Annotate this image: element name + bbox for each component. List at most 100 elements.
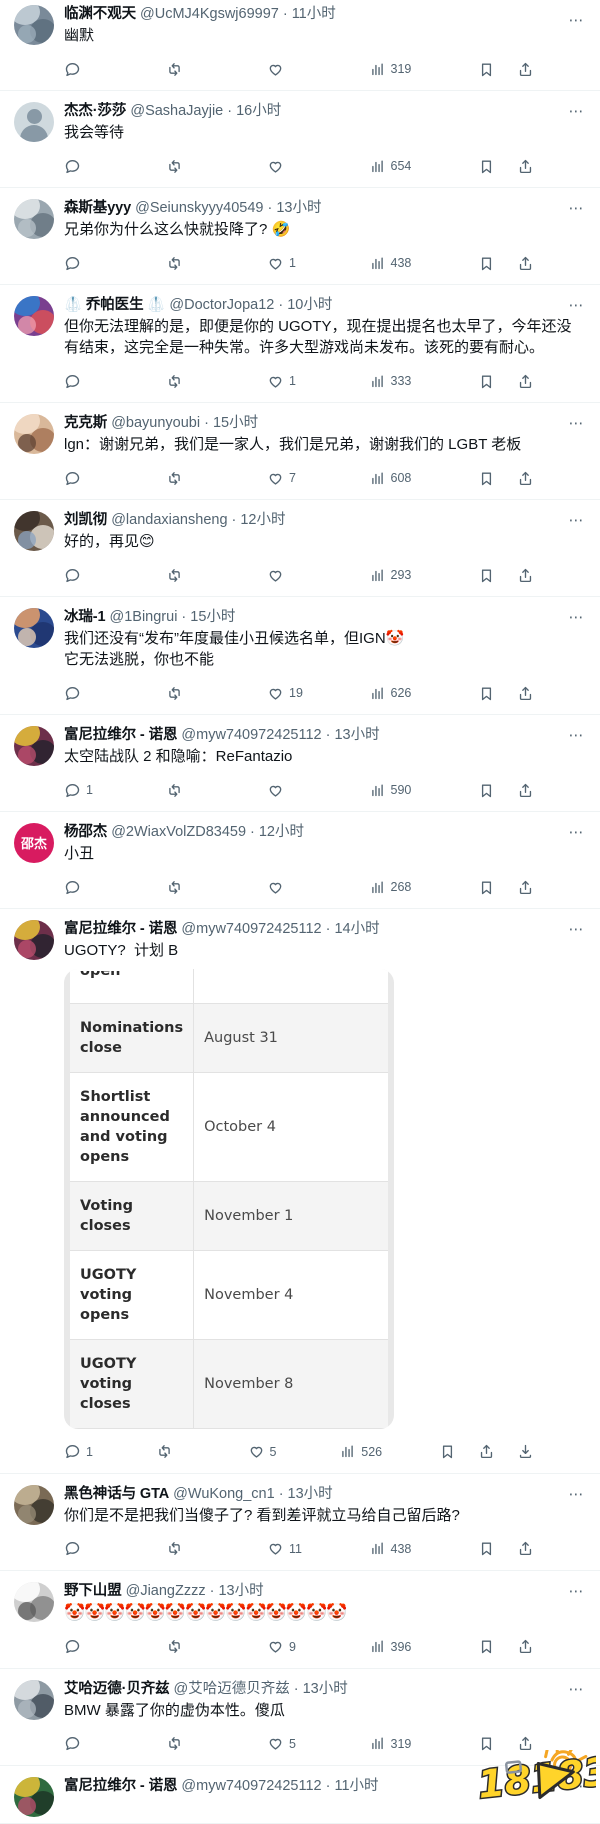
display-name[interactable]: 冰瑞-1 xyxy=(64,607,106,627)
views-button[interactable]: 333 xyxy=(369,373,471,390)
more-options-button[interactable]: ⋯ xyxy=(564,822,590,844)
more-options-button[interactable]: ⋯ xyxy=(564,198,590,220)
timestamp[interactable]: 10小时 xyxy=(287,295,332,315)
share-button[interactable] xyxy=(517,782,534,799)
tweet-reply[interactable]: 富尼拉维尔 - 诺恩 @myw740972425112 · 14小时 UGOTY… xyxy=(0,909,600,1474)
retweet-button[interactable] xyxy=(166,879,268,896)
avatar[interactable] xyxy=(14,199,54,239)
avatar[interactable] xyxy=(14,726,54,766)
display-name[interactable]: 🥼 乔帕医生 🥼 xyxy=(64,295,165,315)
bookmark-button[interactable] xyxy=(478,1638,495,1655)
views-button[interactable]: 626 xyxy=(369,685,471,702)
display-name[interactable]: 临渊不观天 xyxy=(64,4,136,24)
more-options-button[interactable]: ⋯ xyxy=(564,919,590,941)
views-button[interactable]: 293 xyxy=(369,567,471,584)
tweet-reply[interactable]: 富尼拉维尔 - 诺恩 @myw740972425112 · 13小时 太空陆战队… xyxy=(0,715,600,812)
retweet-button[interactable] xyxy=(166,1735,268,1752)
timestamp[interactable]: 15小时 xyxy=(190,607,235,627)
tweet-reply[interactable]: 杰杰·莎莎 @SashaJayjie · 16小时 我会等待 654 ⋯ xyxy=(0,91,600,188)
bookmark-button[interactable] xyxy=(478,685,495,702)
bookmark-button[interactable] xyxy=(478,1735,495,1752)
retweet-button[interactable] xyxy=(166,470,268,487)
views-button[interactable]: 526 xyxy=(339,1443,431,1460)
timestamp[interactable]: 15小时 xyxy=(213,413,258,433)
tweet-reply[interactable]: 克克斯 @bayunyoubi · 15小时 lgn：谢谢兄弟，我们是一家人，我… xyxy=(0,403,600,500)
share-button[interactable] xyxy=(517,255,534,272)
retweet-button[interactable] xyxy=(166,567,268,584)
share-button[interactable] xyxy=(517,373,534,390)
like-button[interactable] xyxy=(267,879,369,896)
tweet-reply[interactable]: 森斯基yyy @Seiunskyyy40549 · 13小时 兄弟你为什么这么快… xyxy=(0,188,600,285)
bookmark-button[interactable] xyxy=(478,470,495,487)
display-name[interactable]: 富尼拉维尔 - 诺恩 xyxy=(64,1776,177,1796)
avatar[interactable] xyxy=(14,102,54,142)
handle[interactable]: @landaxiansheng xyxy=(111,510,227,530)
like-button[interactable]: 9 xyxy=(267,1638,369,1655)
views-button[interactable]: 319 xyxy=(369,61,471,78)
more-options-button[interactable]: ⋯ xyxy=(564,1776,590,1798)
like-button[interactable]: 1 xyxy=(267,255,369,272)
like-button[interactable] xyxy=(267,158,369,175)
like-button[interactable]: 5 xyxy=(267,1735,369,1752)
views-button[interactable]: 396 xyxy=(369,1638,471,1655)
timestamp[interactable]: 11小时 xyxy=(334,1776,378,1796)
tweet-reply[interactable]: 🥼 乔帕医生 🥼 @DoctorJopa12 · 10小时 但你无法理解的是，即… xyxy=(0,285,600,403)
handle[interactable]: @myw740972425112 xyxy=(181,725,321,745)
avatar[interactable] xyxy=(14,5,54,45)
handle[interactable]: @JiangZzzz xyxy=(126,1581,206,1601)
display-name[interactable]: 克克斯 xyxy=(64,413,107,433)
handle[interactable]: @艾哈迈德贝齐兹 xyxy=(174,1679,290,1699)
timestamp[interactable]: 13小时 xyxy=(303,1679,348,1699)
bookmark-button[interactable] xyxy=(478,1540,495,1557)
avatar[interactable] xyxy=(14,920,54,960)
reply-button[interactable] xyxy=(64,373,166,390)
bookmark-button[interactable] xyxy=(478,879,495,896)
more-options-button[interactable]: ⋯ xyxy=(564,1484,590,1506)
like-button[interactable]: 11 xyxy=(267,1540,369,1557)
bookmark-button[interactable] xyxy=(478,373,495,390)
like-button[interactable] xyxy=(267,61,369,78)
timestamp[interactable]: 11小时 xyxy=(292,4,336,24)
reply-button[interactable] xyxy=(64,1540,166,1557)
retweet-button[interactable] xyxy=(166,1638,268,1655)
more-options-button[interactable]: ⋯ xyxy=(564,413,590,435)
display-name[interactable]: 富尼拉维尔 - 诺恩 xyxy=(64,919,177,939)
share-button[interactable] xyxy=(517,879,534,896)
timestamp[interactable]: 13小时 xyxy=(334,725,379,745)
views-button[interactable]: 438 xyxy=(369,255,471,272)
tweet-reply[interactable]: 刘凯彻 @landaxiansheng · 12小时 好的，再见😊 293 ⋯ xyxy=(0,500,600,597)
tweet-reply[interactable]: 邵杰 杨邵杰 @2WiaxVolZD83459 · 12小时 小丑 268 ⋯ xyxy=(0,812,600,909)
timestamp[interactable]: 13小时 xyxy=(276,198,321,218)
more-options-button[interactable]: ⋯ xyxy=(564,510,590,532)
timestamp[interactable]: 12小时 xyxy=(240,510,285,530)
more-options-button[interactable]: ⋯ xyxy=(564,725,590,747)
download-button[interactable] xyxy=(517,1443,534,1460)
display-name[interactable]: 富尼拉维尔 - 诺恩 xyxy=(64,725,177,745)
bookmark-button[interactable] xyxy=(478,567,495,584)
display-name[interactable]: 杰杰·莎莎 xyxy=(64,101,126,121)
retweet-button[interactable] xyxy=(166,61,268,78)
timestamp[interactable]: 16小时 xyxy=(236,101,281,121)
tweet-reply[interactable]: 黑色神话与 GTA @WuKong_cn1 · 13小时 你们是不是把我们当傻子… xyxy=(0,1474,600,1571)
retweet-button[interactable] xyxy=(166,685,268,702)
display-name[interactable]: 杨邵杰 xyxy=(64,822,107,842)
handle[interactable]: @DoctorJopa12 xyxy=(169,295,274,315)
handle[interactable]: @1Bingrui xyxy=(110,607,178,627)
display-name[interactable]: 艾哈迈德·贝齐兹 xyxy=(64,1679,170,1699)
tweet-reply[interactable]: 冰瑞-1 @1Bingrui · 15小时 我们还没有“发布”年度最佳小丑候选名… xyxy=(0,597,600,715)
handle[interactable]: @UcMJ4Kgswj69997 xyxy=(140,4,279,24)
handle[interactable]: @Seiunskyyy40549 xyxy=(135,198,263,218)
share-button[interactable] xyxy=(517,61,534,78)
timestamp[interactable]: 13小时 xyxy=(218,1581,263,1601)
reply-button[interactable] xyxy=(64,879,166,896)
share-button[interactable] xyxy=(517,567,534,584)
views-button[interactable]: 268 xyxy=(369,879,471,896)
share-button[interactable] xyxy=(517,1735,534,1752)
more-options-button[interactable]: ⋯ xyxy=(564,10,590,32)
timestamp[interactable]: 12小时 xyxy=(259,822,304,842)
bookmark-button[interactable] xyxy=(478,255,495,272)
reply-button[interactable] xyxy=(64,470,166,487)
reply-button[interactable] xyxy=(64,158,166,175)
share-button[interactable] xyxy=(517,685,534,702)
display-name[interactable]: 黑色神话与 GTA xyxy=(64,1484,169,1504)
